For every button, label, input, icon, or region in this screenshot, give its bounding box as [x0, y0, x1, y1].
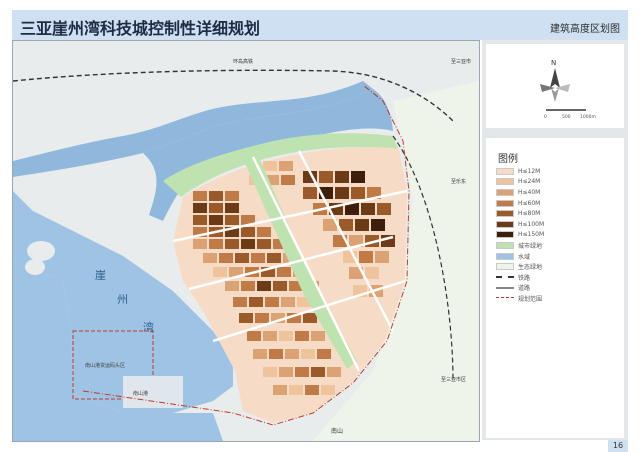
legend-swatch	[496, 178, 514, 186]
legend-swatch	[496, 210, 514, 218]
scale-start: 0	[544, 114, 547, 120]
legend-item: 规划范围	[496, 293, 544, 304]
legend-swatch	[496, 199, 514, 207]
legend-swatch	[496, 241, 514, 249]
page-number: 16	[608, 440, 628, 452]
legend: 图例 H≤12M H≤24M H≤40M H≤60M H≤80M H≤100M H≤150M…	[486, 138, 624, 438]
legend-label: 规划范围	[518, 295, 543, 303]
legend-item: H≤100M	[496, 219, 544, 230]
legend-label: H≤60M	[518, 199, 541, 207]
rail-label: 环岛高铁	[233, 58, 253, 65]
legend-label: 生态绿地	[518, 264, 543, 272]
legend-item: 城市绿地	[496, 240, 544, 251]
title-banner: 三亚崖州湾科技城控制性详细规划 建筑高度区划图	[12, 10, 628, 40]
legend-label: 城市绿地	[518, 242, 543, 250]
legend-label: H≤12M	[518, 167, 541, 175]
legend-swatch	[496, 286, 514, 289]
legend-item: 生态绿地	[496, 261, 544, 272]
legend-swatch	[496, 231, 514, 239]
legend-swatch	[496, 220, 514, 228]
port-label: 南山港	[133, 390, 148, 397]
legend-item: 铁路	[496, 272, 544, 283]
legend-title: 图例	[498, 154, 518, 165]
east-road-label-3: 至三亚市区	[441, 376, 466, 383]
legend-label: H≤80M	[518, 210, 541, 218]
north-arrow-icon: N 0 500 1000m	[540, 59, 596, 120]
legend-swatch	[496, 188, 514, 196]
map-canvas: 崖 州 湾 南山港货运码头区 南山港 环岛高铁 至乐东 至三亚市 至三亚市区 南…	[13, 41, 479, 441]
side-panel: N 0 500 1000m 图例 H≤12M H≤24M H≤40M H≤60M H≤8…	[482, 40, 628, 440]
legend-item: H≤24M	[496, 177, 544, 188]
legend-item: H≤150M	[496, 230, 544, 241]
legend-item: 水域	[496, 251, 544, 262]
planning-map[interactable]: 崖 州 湾 南山港货运码头区 南山港 环岛高铁 至乐东 至三亚市 至三亚市区 南…	[12, 40, 480, 442]
legend-item: H≤12M	[496, 166, 544, 177]
legend-swatch	[496, 167, 514, 175]
legend-swatch	[496, 297, 514, 299]
legend-item: H≤80M	[496, 208, 544, 219]
legend-item: H≤40M	[496, 187, 544, 198]
scale-mid: 500	[562, 114, 571, 120]
islet-west	[27, 241, 55, 261]
legend-swatch	[496, 276, 514, 279]
east-road-label-2: 至三亚市	[451, 58, 471, 65]
legend-label: H≤150M	[518, 231, 545, 239]
legend-label: 水域	[518, 253, 531, 261]
legend-item: H≤60M	[496, 198, 544, 209]
scale-end: 1000m	[580, 114, 596, 120]
legend-label: H≤40M	[518, 188, 541, 196]
bay-label-3: 湾	[143, 320, 154, 334]
legend-item: 道路	[496, 283, 544, 294]
legend-label: 道路	[518, 285, 531, 293]
legend-list: H≤12M H≤24M H≤40M H≤60M H≤80M H≤100M H≤150M 城市绿…	[496, 166, 544, 304]
port-zone-label: 南山港货运码头区	[85, 362, 125, 369]
east-road-label-1: 至乐东	[451, 178, 466, 185]
port-pier	[123, 376, 183, 408]
bay-label-1: 崖	[95, 269, 106, 282]
legend-label: H≤24M	[518, 178, 541, 186]
map-subtitle: 建筑高度区划图	[550, 24, 620, 35]
islet-west-2	[25, 259, 45, 275]
compass-box: N 0 500 1000m	[486, 44, 624, 128]
legend-swatch	[496, 252, 514, 260]
legend-label: 铁路	[518, 274, 531, 282]
bay-label-2: 州	[117, 293, 128, 306]
legend-swatch	[496, 263, 514, 271]
south-label: 南山	[331, 427, 343, 435]
north-letter: N	[551, 59, 556, 67]
legend-label: H≤100M	[518, 220, 545, 228]
page-title: 三亚崖州湾科技城控制性详细规划	[20, 19, 261, 38]
